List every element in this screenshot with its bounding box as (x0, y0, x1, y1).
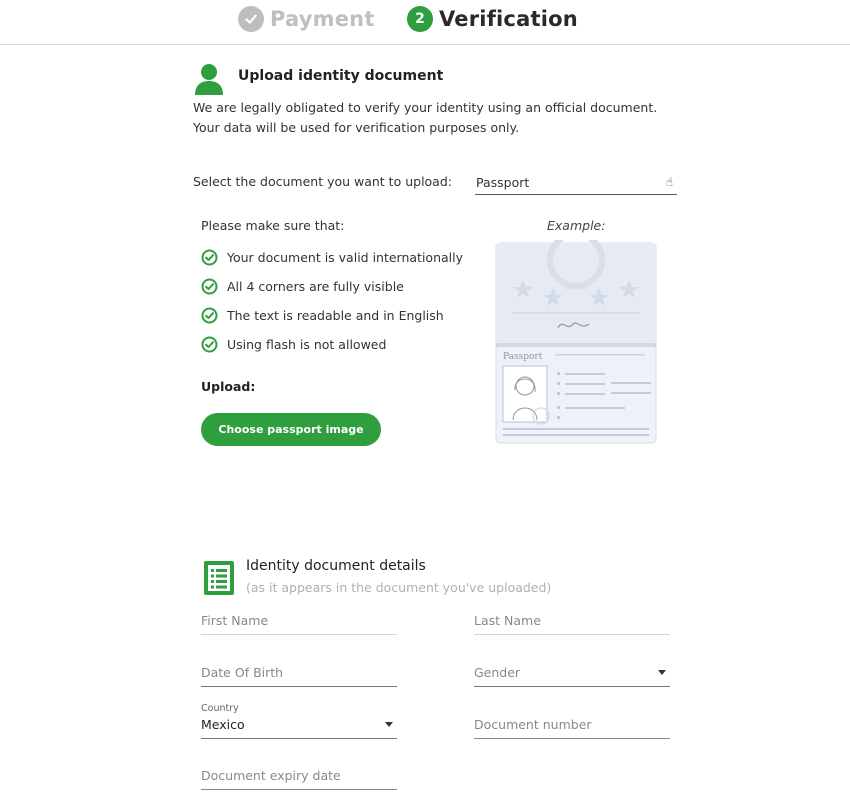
upload-title: Upload identity document (238, 68, 444, 84)
check-circle-icon (201, 278, 218, 295)
country-value: Mexico (201, 717, 245, 732)
document-list-icon (204, 561, 234, 595)
example-label: Example: (547, 218, 606, 233)
details-subtitle: (as it appears in the document you've up… (246, 580, 552, 595)
upload-description: We are legally obligated to verify your … (193, 98, 693, 138)
requirements-list: Your document is valid internationally A… (201, 243, 463, 359)
first-name-field[interactable]: First Name (201, 609, 397, 635)
gender-placeholder: Gender (474, 665, 521, 680)
check-circle-icon (201, 249, 218, 266)
document-expiry-placeholder: Document expiry date (201, 768, 341, 783)
upload-description-line-2: Your data will be used for verification … (193, 120, 520, 135)
document-select-label: Select the document you want to upload: (193, 174, 452, 189)
requirement-item: The text is readable and in English (201, 301, 463, 330)
check-circle-icon (201, 307, 218, 324)
choose-passport-image-button[interactable]: Choose passport image (201, 413, 381, 446)
dropdown-caret-icon (385, 722, 393, 727)
requirement-item: Your document is valid internationally (201, 243, 463, 272)
check-circle-icon (201, 336, 218, 353)
requirement-text: The text is readable and in English (227, 308, 444, 323)
step-verification[interactable]: 2 Verification (407, 6, 578, 32)
last-name-field[interactable]: Last Name (474, 609, 670, 635)
step-number-badge: 2 (407, 6, 433, 32)
pointer-hand-icon: ☝ (665, 175, 673, 189)
step-verification-label: Verification (439, 7, 578, 31)
upload-description-line-1: We are legally obligated to verify your … (193, 100, 658, 115)
document-number-placeholder: Document number (474, 717, 592, 732)
document-type-select[interactable]: Passport ☝ (475, 170, 677, 195)
upload-label: Upload: (201, 379, 256, 394)
requirements-title: Please make sure that: (201, 218, 345, 233)
dropdown-caret-icon (658, 670, 666, 675)
last-name-placeholder: Last Name (474, 613, 541, 628)
document-number-field[interactable]: Document number (474, 713, 670, 739)
step-payment[interactable]: Payment (238, 6, 375, 32)
step-payment-label: Payment (270, 7, 375, 31)
requirement-item: All 4 corners are fully visible (201, 272, 463, 301)
document-expiry-date-field[interactable]: Document expiry date (201, 764, 397, 790)
person-icon (195, 64, 223, 95)
requirement-text: Using flash is not allowed (227, 337, 387, 352)
requirement-text: All 4 corners are fully visible (227, 279, 404, 294)
details-title: Identity document details (246, 558, 426, 574)
passport-example-image: Passport (495, 240, 657, 444)
country-select[interactable]: Mexico (201, 713, 397, 739)
checkmark-icon (238, 6, 264, 32)
requirement-item: Using flash is not allowed (201, 330, 463, 359)
passport-example-label: Passport (503, 352, 543, 362)
stepper: Payment 2 Verification (0, 0, 850, 45)
document-type-value: Passport (476, 174, 530, 190)
gender-select[interactable]: Gender (474, 661, 670, 687)
requirement-text: Your document is valid internationally (227, 250, 464, 265)
first-name-placeholder: First Name (201, 613, 269, 628)
date-of-birth-placeholder: Date Of Birth (201, 665, 284, 680)
date-of-birth-field[interactable]: Date Of Birth (201, 661, 397, 687)
